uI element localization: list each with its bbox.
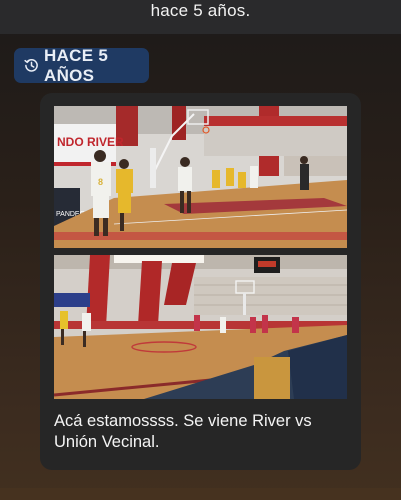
basketball-court-photo[interactable] (54, 255, 347, 399)
history-clock-icon (24, 58, 39, 73)
page-bottom-edge (0, 488, 401, 500)
post-caption: Acá estamossss. Se viene River vs Unión … (54, 412, 312, 451)
photo-banner-text: NDO RIVER (57, 135, 124, 149)
basketball-warmup-photo[interactable]: NDO RIVER PANDEO 8 (54, 106, 347, 248)
jersey-number: 8 (98, 177, 103, 187)
memory-post-card[interactable]: NDO RIVER PANDEO 8 Acá estamossss. Se vi… (40, 93, 361, 470)
memory-badge[interactable]: HACE 5 AÑOS (14, 45, 149, 85)
memory-header-banner: hace 5 años. (0, 0, 401, 34)
memory-badge-label: HACE 5 AÑOS (44, 45, 109, 85)
memory-header-text: hace 5 años. (150, 1, 251, 20)
